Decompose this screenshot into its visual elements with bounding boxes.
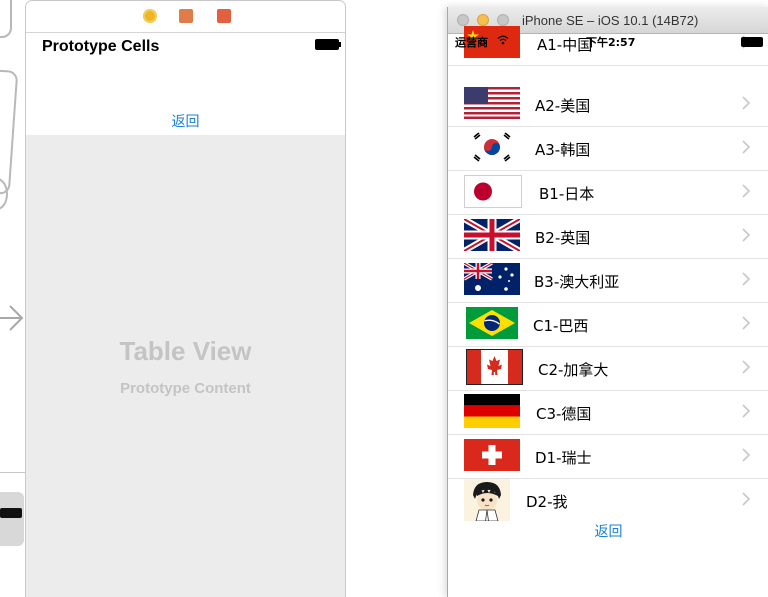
row-label: A3-韩国 <box>535 141 591 159</box>
chevron-right-icon <box>742 140 751 154</box>
wifi-icon <box>497 35 509 45</box>
ios-status-bar: 运营商 下午2:57 <box>448 33 768 49</box>
row-label: B1-日本 <box>539 185 595 203</box>
korea-flag-icon <box>464 131 520 163</box>
table-view-placeholder[interactable]: Table View Prototype Content <box>26 135 345 597</box>
status-time: 下午2:57 <box>586 36 636 49</box>
prototype-cells-label: Prototype Cells <box>42 38 160 55</box>
chevron-right-icon <box>742 96 751 110</box>
chevron-right-icon <box>742 272 751 286</box>
avatar-cartoon-icon <box>464 479 510 521</box>
australia-flag-icon <box>464 263 520 295</box>
table-row[interactable]: C2-加拿大 <box>448 346 768 391</box>
battery-icon <box>315 39 341 50</box>
chevron-right-icon <box>742 448 751 462</box>
row-label: C2-加拿大 <box>538 361 609 379</box>
table-row[interactable]: B1-日本 <box>448 170 768 215</box>
row-label: C3-德国 <box>536 405 592 423</box>
carrier-label: 运营商 <box>455 36 488 49</box>
row-label: B2-英国 <box>535 229 591 247</box>
chevron-right-icon <box>742 492 751 506</box>
battery-icon <box>741 37 763 47</box>
table-row[interactable]: D2-我 <box>448 478 768 522</box>
table-view-subtitle: Prototype Content <box>120 380 251 397</box>
battery-icon <box>0 508 22 518</box>
table-row[interactable]: C3-德国 <box>448 390 768 435</box>
table-row[interactable]: B2-英国 <box>448 214 768 259</box>
row-label: C1-巴西 <box>533 317 589 335</box>
table-row[interactable]: A3-韩国 <box>448 126 768 171</box>
table-row[interactable]: C1-巴西 <box>448 302 768 347</box>
back-button[interactable]: 返回 <box>448 521 768 541</box>
chevron-right-icon <box>742 360 751 374</box>
usa-flag-icon <box>464 87 520 119</box>
table-row[interactable]: A2-美国 <box>448 82 768 127</box>
japan-flag-icon <box>464 175 522 208</box>
germany-flag-icon <box>464 394 520 428</box>
row-label: D2-我 <box>526 493 568 511</box>
row-label: D1-瑞士 <box>535 449 592 467</box>
segue-connector-mid <box>0 69 19 195</box>
switzerland-flag-icon <box>464 439 520 471</box>
table-row[interactable]: B3-澳大利亚 <box>448 258 768 303</box>
segue-connector-top <box>0 0 12 38</box>
segue-arrow-icon <box>0 305 24 331</box>
row-label: A2-美国 <box>535 97 591 115</box>
back-button[interactable]: 返回 <box>26 111 345 131</box>
simulator-window[interactable]: iPhone SE – iOS 10.1 (14B72) A1-中国 A2-美国… <box>447 7 768 597</box>
canvas-divider <box>0 472 26 473</box>
first-responder-icon[interactable] <box>179 9 193 23</box>
storyboard-scene[interactable]: Prototype Cells 返回 Table View Prototype … <box>25 0 346 597</box>
table-view-title: Table View <box>119 336 252 366</box>
chevron-right-icon <box>742 404 751 418</box>
row-label: B3-澳大利亚 <box>534 273 620 291</box>
view-controller-icon[interactable] <box>143 9 157 23</box>
adjacent-scene-card <box>0 492 24 546</box>
table-row[interactable]: D1-瑞士 <box>448 434 768 479</box>
chevron-right-icon <box>742 316 751 330</box>
scene-dock <box>26 1 345 33</box>
brazil-flag-icon <box>466 307 518 339</box>
uk-flag-icon <box>464 219 520 251</box>
storyboard-canvas-edge <box>0 0 26 597</box>
chevron-right-icon <box>742 184 751 198</box>
canada-flag-icon <box>466 349 523 385</box>
exit-icon[interactable] <box>217 9 231 23</box>
chevron-right-icon <box>742 228 751 242</box>
